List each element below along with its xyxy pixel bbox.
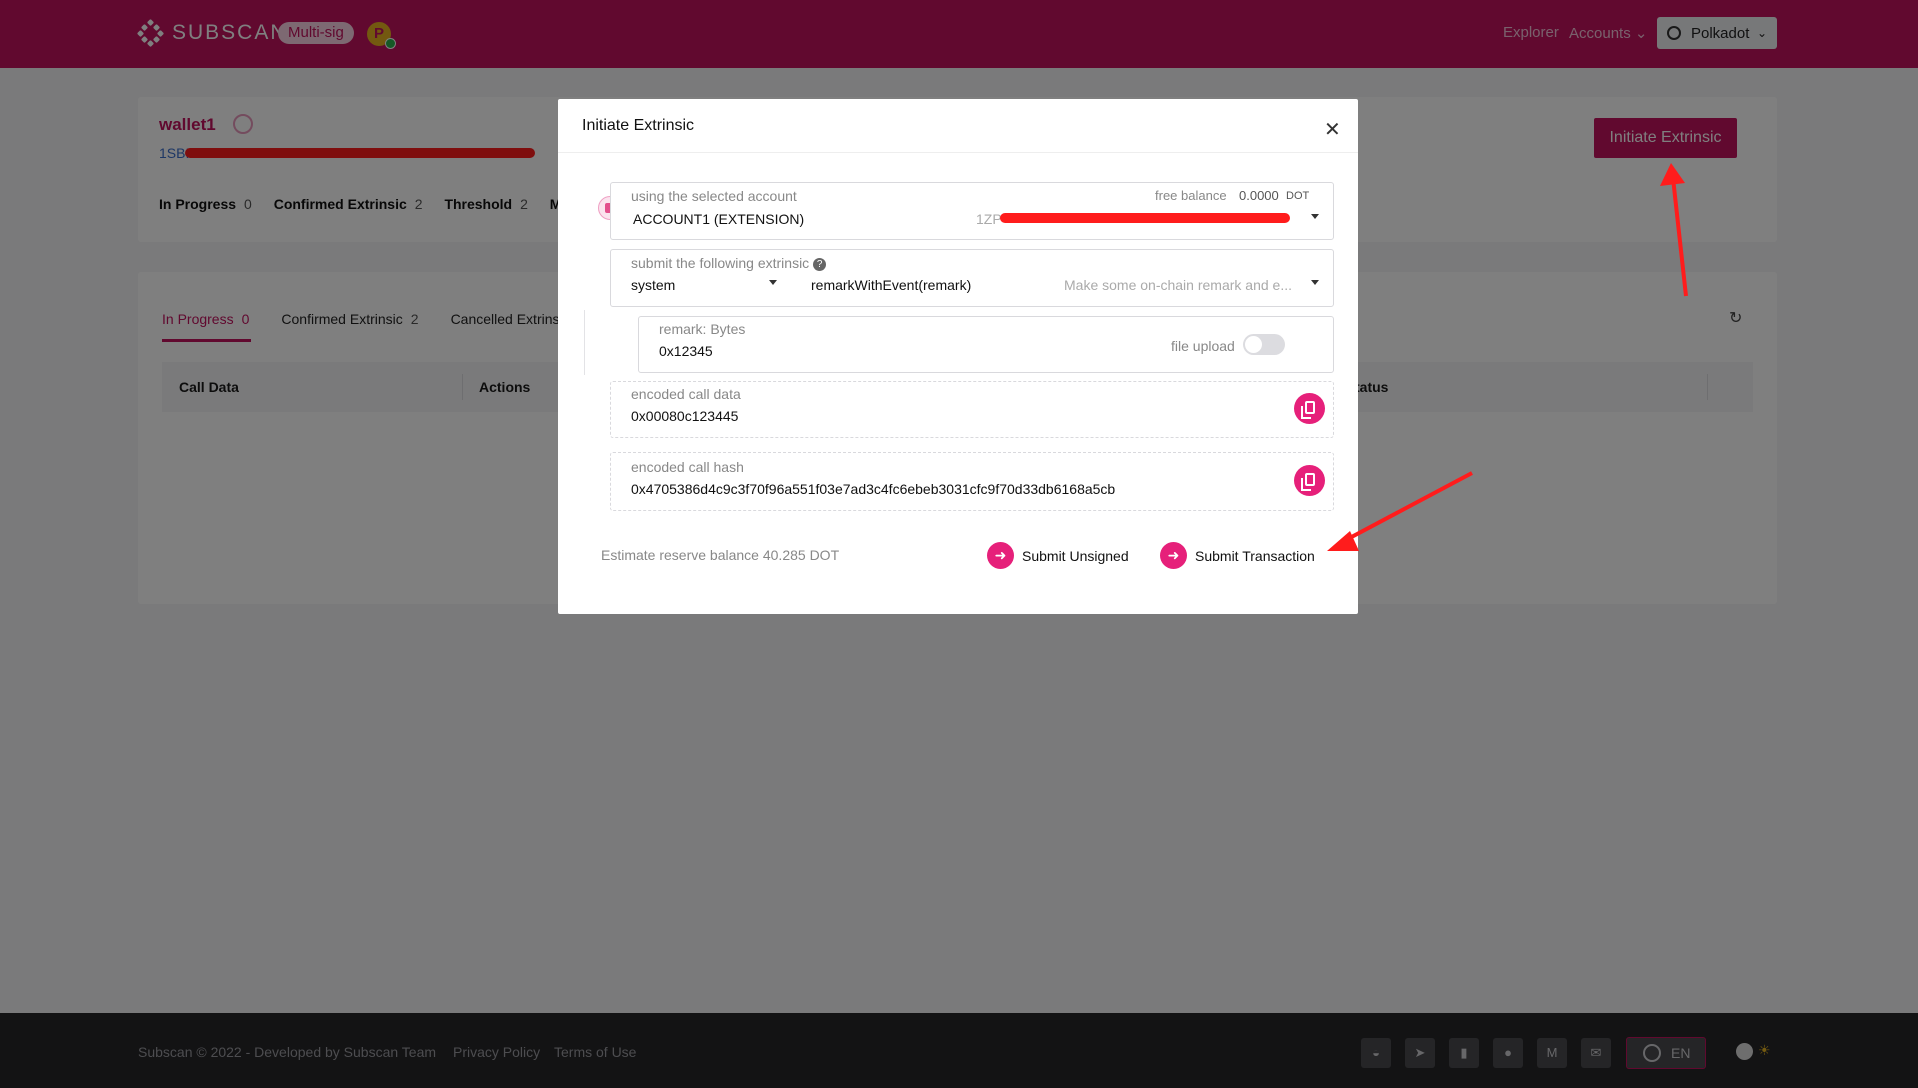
submit-transaction-label: Submit Transaction <box>1195 547 1315 564</box>
remark-param-label: remark: Bytes <box>659 321 746 337</box>
encoded-call-data-value: 0x00080c123445 <box>631 408 739 424</box>
redaction-mark <box>1000 213 1290 223</box>
submit-transaction-button[interactable]: ➜ Submit Transaction <box>1160 542 1315 569</box>
modal-title: Initiate Extrinsic <box>582 117 695 134</box>
copy-call-data-icon[interactable] <box>1294 393 1325 424</box>
method-select[interactable]: remarkWithEvent(remark) <box>811 277 971 293</box>
sign-in-icon: ➜ <box>987 542 1014 569</box>
account-select-label: using the selected account <box>631 188 797 204</box>
caret-down-icon <box>1311 214 1319 219</box>
help-icon[interactable]: ? <box>813 258 827 271</box>
file-upload-toggle[interactable] <box>1243 334 1285 355</box>
submit-unsigned-label: Submit Unsigned <box>1022 547 1129 564</box>
free-balance-unit: DOT <box>1286 190 1310 202</box>
module-select[interactable]: system <box>631 277 675 293</box>
param-indent-line <box>584 310 585 375</box>
modal-divider <box>558 152 1358 153</box>
sign-in-icon: ➜ <box>1160 542 1187 569</box>
remark-param-value[interactable]: 0x12345 <box>659 343 713 359</box>
free-balance-label: free balance <box>1155 188 1227 203</box>
caret-down-icon <box>1311 280 1319 285</box>
close-icon[interactable]: ✕ <box>1324 117 1341 142</box>
submit-unsigned-button[interactable]: ➜ Submit Unsigned <box>987 542 1129 569</box>
copy-call-hash-icon[interactable] <box>1294 465 1325 496</box>
extrinsic-label: submit the following extrinsic? <box>631 255 827 271</box>
free-balance-value: 0.0000 <box>1239 188 1279 203</box>
extrinsic-label-text: submit the following extrinsic <box>631 255 810 271</box>
caret-down-icon <box>769 280 777 285</box>
method-description: Make some on-chain remark and e... <box>1064 277 1292 293</box>
encoded-call-hash-label: encoded call hash <box>631 459 744 475</box>
reserve-balance-text: Estimate reserve balance 40.285 DOT <box>601 547 840 563</box>
encoded-call-hash-value: 0x4705386d4c9c3f70f96a551f03e7ad3c4fc6eb… <box>631 481 1116 497</box>
account-name: ACCOUNT1 (EXTENSION) <box>633 211 805 227</box>
encoded-call-data-label: encoded call data <box>631 386 741 402</box>
file-upload-label: file upload <box>1171 338 1235 354</box>
account-address: 1ZP <box>976 211 1002 227</box>
